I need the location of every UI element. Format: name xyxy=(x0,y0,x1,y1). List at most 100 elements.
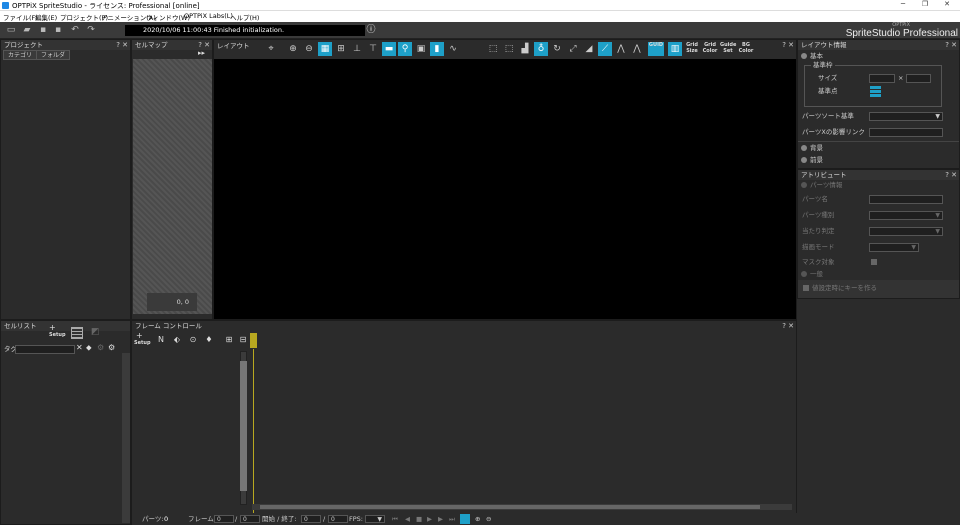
grid-size-button[interactable]: Grid Size xyxy=(684,42,700,56)
frame-icon[interactable]: ▣ xyxy=(414,42,428,56)
fps-dropdown[interactable]: ▼ xyxy=(365,515,385,523)
size-height-field[interactable] xyxy=(906,74,931,83)
layout-info-controls[interactable]: ? ✕ xyxy=(945,40,957,50)
timeline-h-scroll-thumb[interactable] xyxy=(260,505,760,509)
zoom-out-timeline-icon[interactable]: ⊖ xyxy=(486,513,491,525)
key-add-icon[interactable]: ⬖ xyxy=(171,334,183,346)
menu-labs[interactable]: OPTPiX Labs(L) xyxy=(184,12,233,20)
mesh2-icon[interactable]: ⋀ xyxy=(630,42,644,56)
menu-help[interactable]: ヘルプ(H) xyxy=(230,12,259,22)
timeline-v-scroll-thumb[interactable] xyxy=(240,361,247,491)
rotate-icon[interactable]: ↻ xyxy=(550,42,564,56)
person-icon[interactable]: ⚲ xyxy=(398,42,412,56)
next-frame-icon[interactable]: ▶ xyxy=(438,513,443,525)
open-folder-icon[interactable]: ▰ xyxy=(21,24,33,36)
pin-icon[interactable]: ♁ xyxy=(534,42,548,56)
ruler-icon[interactable]: ⊥ xyxy=(350,42,364,56)
axis-icon[interactable]: ⊞ xyxy=(334,42,348,56)
sort-dropdown[interactable]: ▼ xyxy=(869,112,943,121)
loop-icon[interactable] xyxy=(460,514,470,524)
basic-radio[interactable] xyxy=(801,53,807,59)
new-file-icon[interactable]: ▭ xyxy=(5,24,17,36)
range-start-field[interactable]: 0 xyxy=(301,515,321,523)
redo-icon[interactable]: ↷ xyxy=(85,24,97,36)
new-key-icon[interactable]: N xyxy=(155,334,167,346)
last-frame-icon[interactable]: ⏭ xyxy=(449,513,455,525)
attribute-controls[interactable]: ? ✕ xyxy=(945,170,957,180)
part-icon[interactable]: ▮ xyxy=(430,42,444,56)
prev-frame-icon[interactable]: ◀ xyxy=(405,513,410,525)
lock-icon[interactable]: ⊞ xyxy=(223,334,235,346)
list-view-icon[interactable] xyxy=(71,327,83,339)
crosshair-icon[interactable]: ⌖ xyxy=(264,42,278,56)
part-name-field[interactable] xyxy=(869,195,943,204)
scale-icon[interactable]: ⤢ xyxy=(566,42,580,56)
slash-icon[interactable]: ⟋ xyxy=(598,42,612,56)
bbox-icon[interactable]: ⬚ xyxy=(486,42,500,56)
tag-field[interactable] xyxy=(15,345,75,354)
layout-canvas[interactable] xyxy=(214,59,796,319)
part-info-radio[interactable] xyxy=(801,182,807,188)
celllist-scrollbar[interactable] xyxy=(122,353,130,523)
expand-icon[interactable]: ▸▸ xyxy=(198,49,205,57)
bbox2-icon[interactable]: ⬚ xyxy=(502,42,516,56)
celllist-setup[interactable]: Setup xyxy=(49,332,66,338)
frame-total-field[interactable]: 0 xyxy=(240,515,260,523)
zoom-in-timeline-icon[interactable]: ⊕ xyxy=(475,513,480,525)
undo-icon[interactable]: ↶ xyxy=(69,24,81,36)
frame-setup-plus-icon[interactable]: + xyxy=(136,331,143,340)
playhead-marker[interactable] xyxy=(250,333,257,348)
zoom-in-icon[interactable]: ⊕ xyxy=(286,42,300,56)
size-width-field[interactable] xyxy=(869,74,895,83)
grid-icon[interactable]: ▦ xyxy=(318,42,332,56)
skew-icon[interactable]: ◢ xyxy=(582,42,596,56)
chart-icon[interactable]: ▟ xyxy=(518,42,532,56)
hit-dropdown[interactable]: ▼ xyxy=(869,227,943,236)
curve-icon[interactable]: ∿ xyxy=(446,42,460,56)
export-icon[interactable]: ⊟ xyxy=(237,334,249,346)
link-field[interactable] xyxy=(869,128,943,137)
draw-mode-dropdown[interactable]: ▼ xyxy=(869,243,919,252)
image-icon[interactable]: ◩ xyxy=(91,327,103,339)
ruler-v-icon[interactable]: ⊤ xyxy=(366,42,380,56)
general-radio[interactable] xyxy=(801,271,807,277)
maximize-button[interactable]: ❐ xyxy=(914,0,936,11)
frame-setup[interactable]: Setup xyxy=(134,340,151,346)
range-end-field[interactable]: 0 xyxy=(328,515,348,523)
clear-icon[interactable]: ✕ xyxy=(76,343,83,352)
save-all-icon[interactable]: ▪ xyxy=(52,24,64,36)
minimize-button[interactable]: ─ xyxy=(892,0,914,11)
tab-category[interactable]: カテゴリ xyxy=(3,50,38,60)
timeline-h-scrollbar[interactable] xyxy=(252,504,792,510)
first-frame-icon[interactable]: ⏮ xyxy=(392,513,398,525)
zoom-out-icon[interactable]: ⊖ xyxy=(302,42,316,56)
close-button[interactable]: ✕ xyxy=(936,0,958,11)
part-type-dropdown[interactable]: ▼ xyxy=(869,211,943,220)
frame-field[interactable]: 0 xyxy=(214,515,234,523)
key-checkbox[interactable] xyxy=(803,285,809,291)
save-icon[interactable]: ▪ xyxy=(37,24,49,36)
tab-folder[interactable]: フォルダ xyxy=(36,50,71,60)
mesh-icon[interactable]: ⋀ xyxy=(614,42,628,56)
cellmap-canvas[interactable] xyxy=(133,59,212,314)
project-panel-controls[interactable]: ? ✕ xyxy=(116,40,128,50)
mask-checkbox[interactable] xyxy=(871,259,877,265)
bg-radio[interactable] xyxy=(801,145,807,151)
display-icon[interactable]: ▥ xyxy=(668,42,682,56)
grid-color-button[interactable]: Grid Color xyxy=(702,42,718,56)
stop-icon[interactable]: ■ xyxy=(416,513,422,525)
drop-icon[interactable]: ♦ xyxy=(203,334,215,346)
bg-color-button[interactable]: BG Color xyxy=(738,42,754,56)
tag-icon[interactable]: ⬥ xyxy=(86,343,92,353)
frame-control-controls[interactable]: ? ✕ xyxy=(782,321,794,331)
origin-grid-icon[interactable] xyxy=(870,86,881,97)
tag2-icon[interactable]: ⚙ xyxy=(97,343,104,352)
guid-button[interactable]: GUID xyxy=(648,42,664,56)
menu-edit[interactable]: 編集(E) xyxy=(35,12,57,22)
gear-icon[interactable]: ⚙ xyxy=(108,343,115,352)
menu-file[interactable]: ファイル(F) xyxy=(3,12,38,22)
setup-plus-icon[interactable]: + xyxy=(49,323,56,332)
key-search-icon[interactable]: ⊙ xyxy=(187,334,199,346)
fg-radio[interactable] xyxy=(801,157,807,163)
play-icon[interactable]: ▶ xyxy=(427,513,432,525)
